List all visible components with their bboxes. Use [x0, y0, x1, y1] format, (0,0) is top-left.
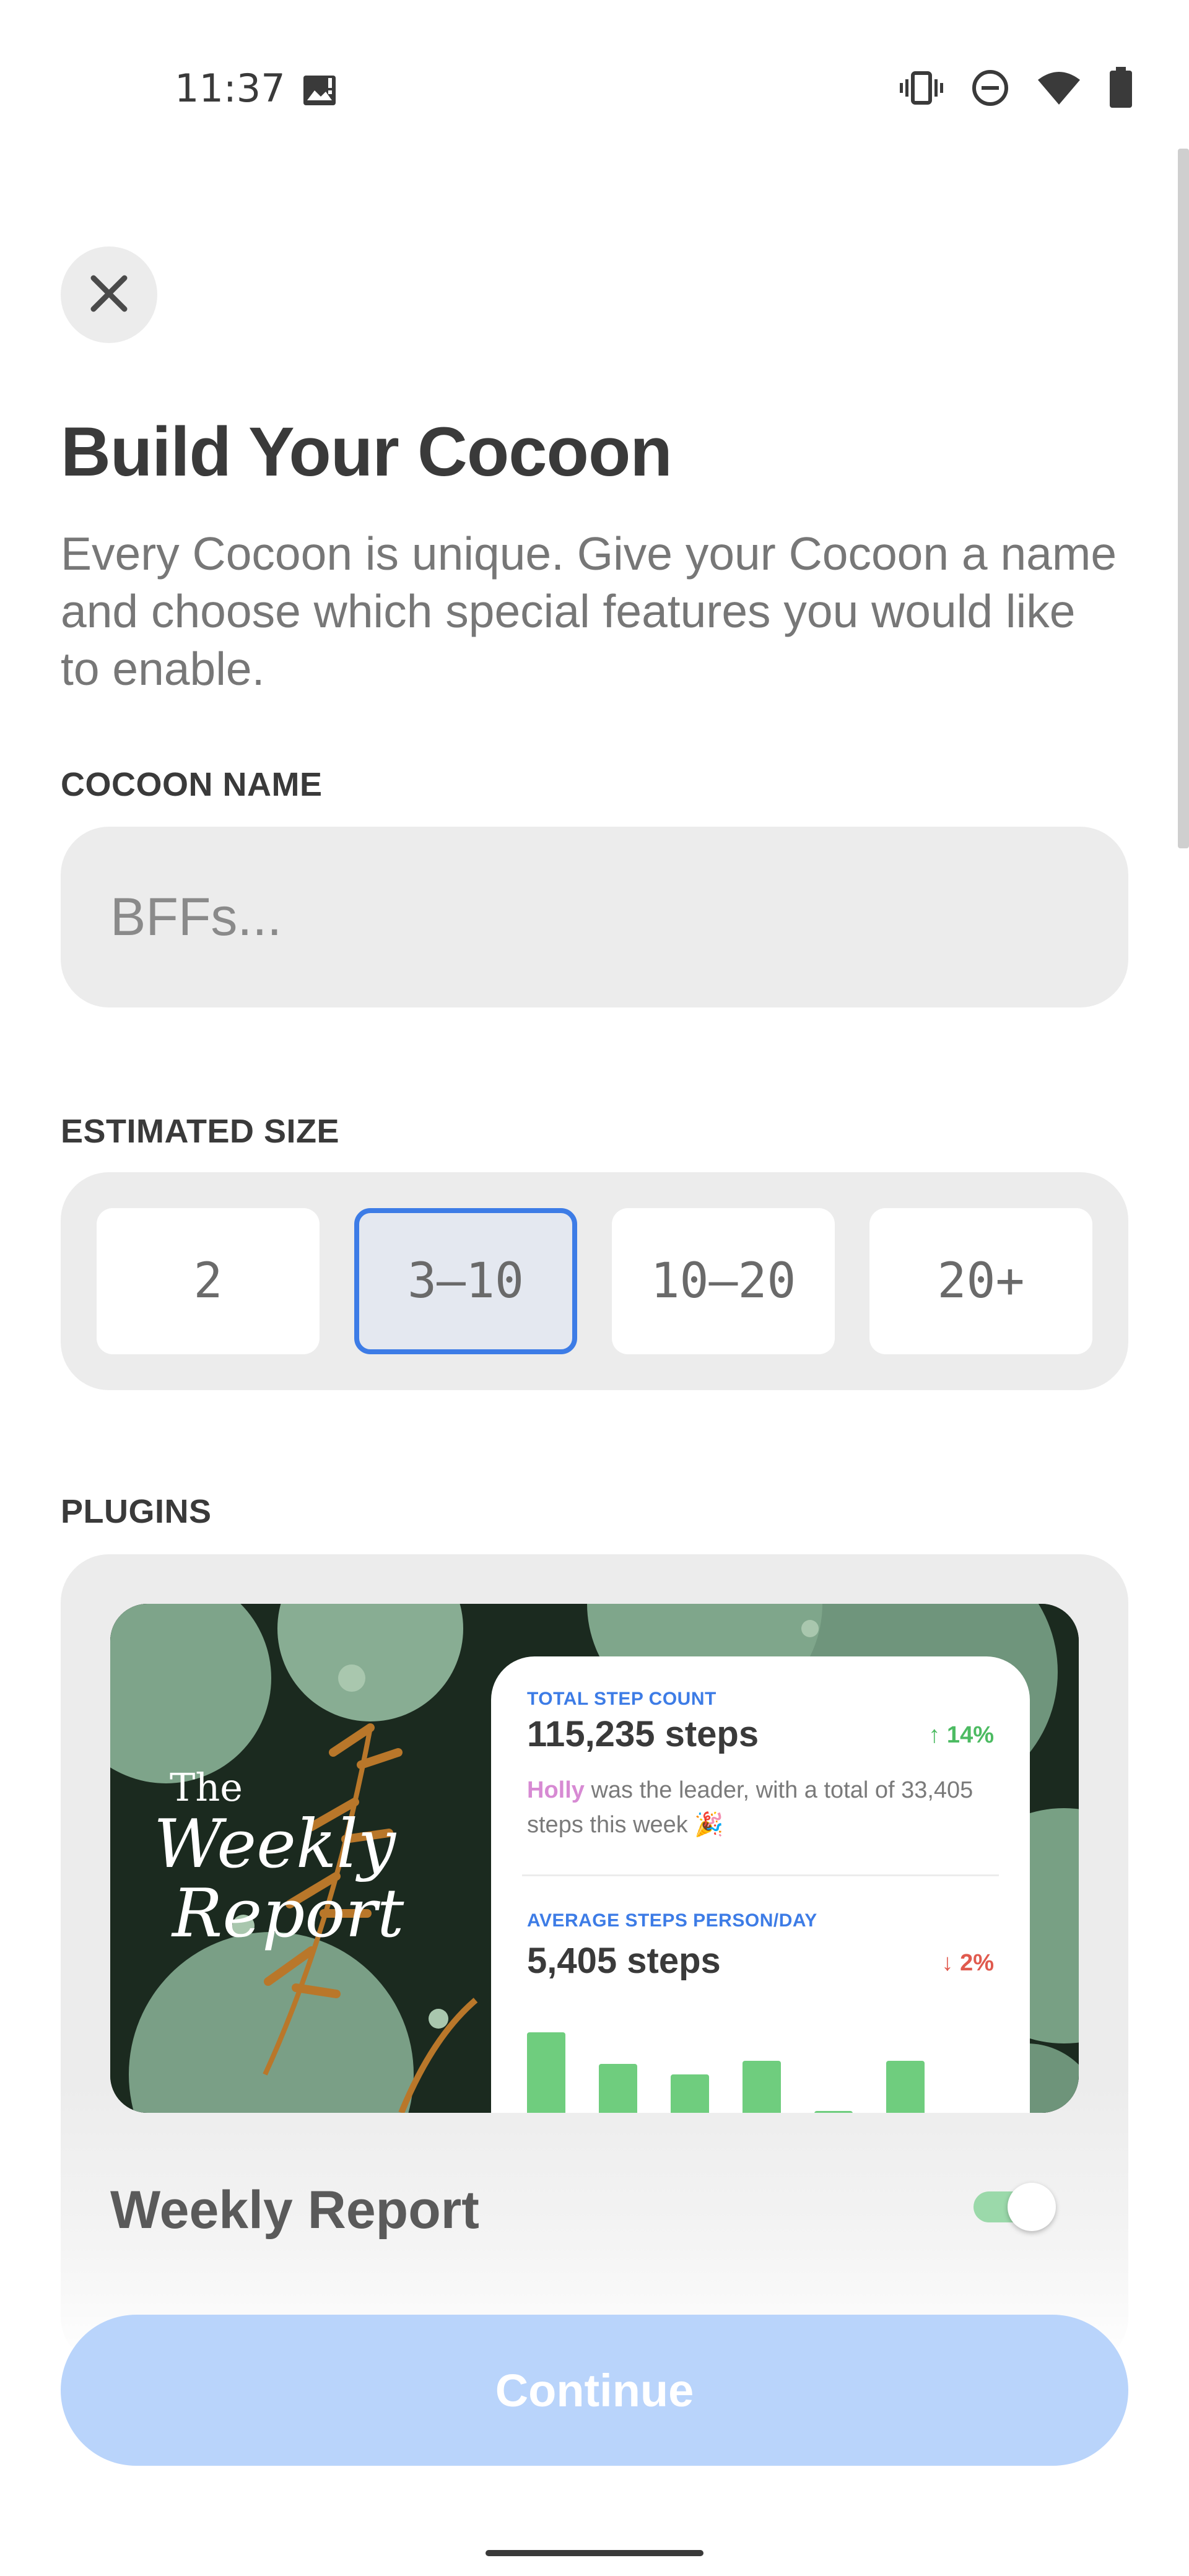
plugin-name: Weekly Report	[110, 2180, 479, 2240]
step-stats-card: TOTAL STEP COUNT 115,235 steps ↑ 14% Hol…	[491, 1656, 1030, 2113]
report-title-line1: Weekly	[154, 1806, 396, 1883]
weekly-report-title: The Weekly Report	[154, 1765, 404, 1949]
vibrate-icon	[899, 71, 944, 105]
stats-divider	[522, 1874, 999, 1876]
steps-bar	[814, 2111, 853, 2113]
steps-bar	[599, 2064, 637, 2113]
status-bar: 11:37	[0, 0, 1189, 149]
steps-bar	[671, 2074, 709, 2113]
leader-text: was the leader, with a total of 33,405 s…	[527, 1777, 973, 1838]
status-icons	[899, 67, 1133, 109]
page-title: Build Your Cocoon	[61, 413, 673, 490]
close-icon	[87, 272, 131, 318]
status-time: 11:37	[175, 66, 285, 111]
average-steps-value: 5,405 steps	[527, 1941, 721, 1981]
average-steps-label: AVERAGE STEPS PERSON/DAY	[527, 1910, 817, 1931]
total-step-count-label: TOTAL STEP COUNT	[527, 1689, 716, 1709]
cocoon-name-input[interactable]	[61, 827, 1128, 1007]
average-steps-change: ↓ 2%	[941, 1950, 994, 1976]
battery-icon	[1108, 67, 1133, 109]
plugin-card-weekly-report: The Weekly Report TOTAL STEP COUNT 115,2…	[61, 1554, 1128, 2365]
wifi-icon	[1037, 70, 1081, 106]
steps-bar-chart	[527, 2022, 1010, 2113]
steps-bar	[743, 2061, 781, 2113]
plugins-label: PLUGINS	[61, 1493, 212, 1530]
home-indicator	[486, 2550, 703, 2556]
estimated-size-label: ESTIMATED SIZE	[61, 1113, 340, 1150]
size-option-3-10[interactable]: 3–10	[354, 1208, 577, 1354]
image-icon	[302, 74, 339, 108]
report-title-small: The	[170, 1765, 243, 1810]
continue-button[interactable]: Continue	[61, 2315, 1128, 2466]
do-not-disturb-icon	[971, 69, 1009, 107]
toggle-thumb	[1008, 2183, 1056, 2231]
weekly-report-preview-image: The Weekly Report TOTAL STEP COUNT 115,2…	[110, 1604, 1079, 2113]
scrollbar[interactable]	[1178, 149, 1189, 848]
cocoon-name-label: COCOON NAME	[61, 766, 323, 803]
leader-sentence: Holly was the leader, with a total of 33…	[527, 1773, 1010, 1842]
weekly-report-toggle[interactable]	[973, 2183, 1060, 2231]
page-description: Every Cocoon is unique. Give your Cocoon…	[61, 528, 1117, 695]
total-step-count-value: 115,235 steps	[527, 1714, 759, 1754]
report-title-line2: Report	[172, 1875, 404, 1952]
size-option-2[interactable]: 2	[97, 1208, 320, 1354]
size-option-20-plus[interactable]: 20+	[869, 1208, 1092, 1354]
total-step-change: ↑ 14%	[928, 1722, 994, 1748]
leader-name: Holly	[527, 1777, 585, 1803]
size-option-10-20[interactable]: 10–20	[612, 1208, 835, 1354]
steps-bar	[527, 2032, 565, 2113]
steps-bar	[886, 2061, 925, 2113]
close-button[interactable]	[61, 246, 157, 343]
size-selector: 2 3–10 10–20 20+	[61, 1172, 1128, 1390]
